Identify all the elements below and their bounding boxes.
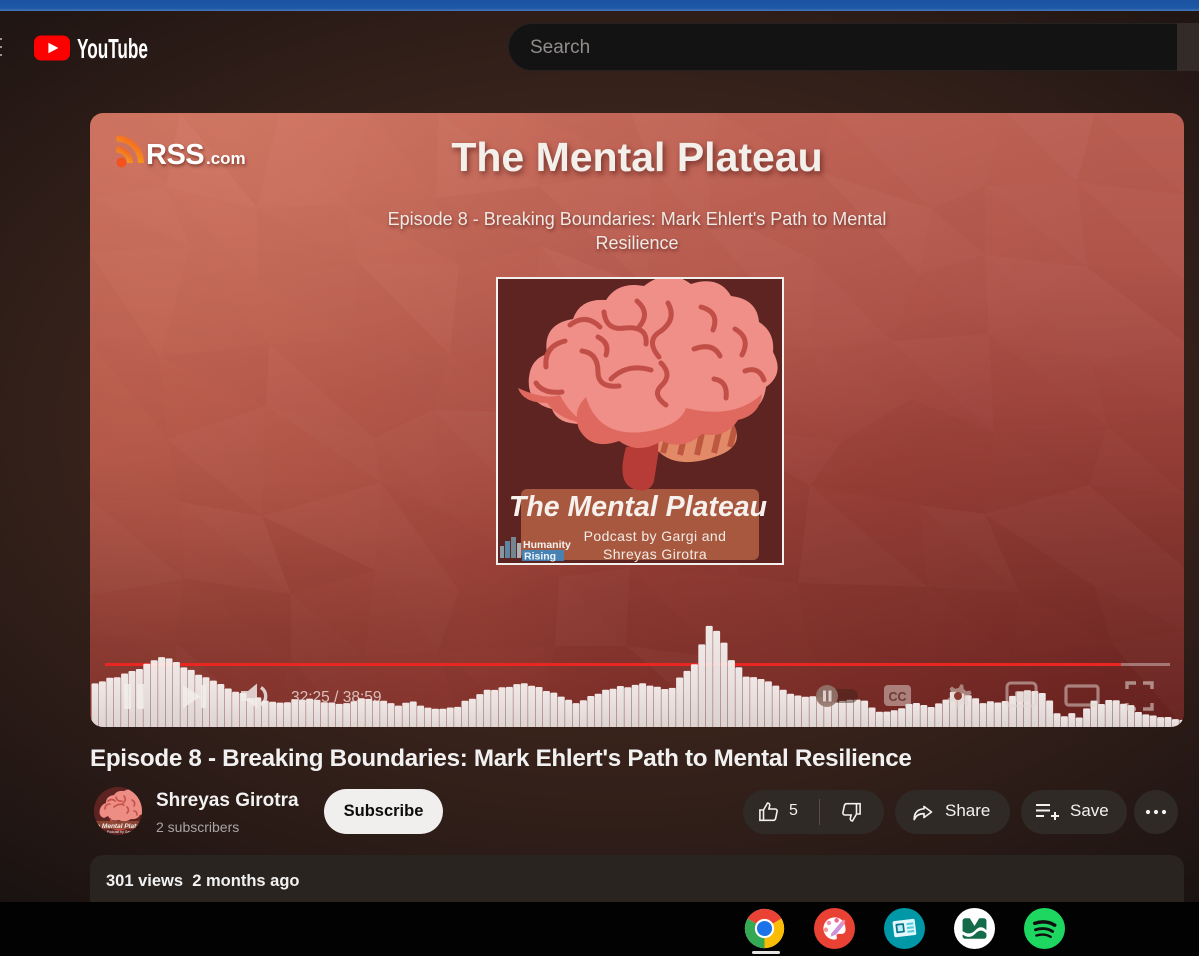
svg-text:YouTube: YouTube: [77, 33, 148, 63]
svg-text:CC: CC: [889, 690, 907, 704]
svg-text:The Mental Plateau: The Mental Plateau: [94, 823, 142, 830]
svg-text:32:25 / 38:59: 32:25 / 38:59: [291, 689, 382, 706]
svg-text:Podcast by Gargi: Podcast by Gargi: [107, 830, 133, 834]
